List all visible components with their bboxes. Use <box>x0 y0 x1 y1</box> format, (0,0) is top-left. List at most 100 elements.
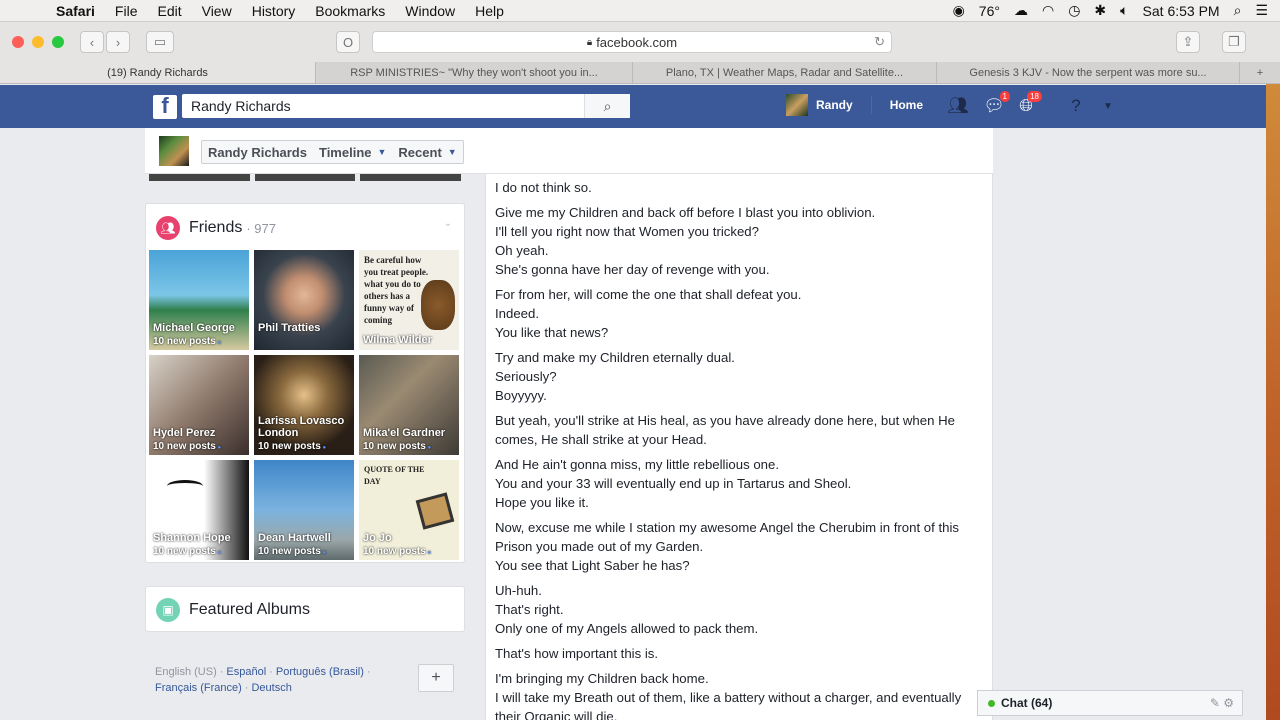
post-paragraph: I'm bringing my Children back home. I wi… <box>495 671 962 720</box>
facebook-header: f Randy Richards ⌕ Randy Home 👥︎ 💬︎ 1 🌐︎ 1… <box>0 85 1280 128</box>
crumb-profile-name[interactable]: Randy Richards <box>202 141 313 163</box>
messages-icon[interactable]: 💬︎ 1 <box>982 91 1010 117</box>
add-language-button[interactable]: + <box>418 664 454 692</box>
spotlight-search-icon[interactable]: ⌕ <box>1234 2 1242 19</box>
friends-options-chevron-down-icon[interactable]: ⌄ <box>444 218 452 229</box>
menu-view[interactable]: View <box>192 3 242 19</box>
wifi-icon[interactable]: ◠ <box>1042 2 1054 19</box>
account-menu-chevron-down-icon[interactable]: ▼ <box>1096 95 1120 117</box>
friend-name: Jo Jo <box>363 532 392 544</box>
temperature[interactable]: 76° <box>979 3 1000 19</box>
friends-header[interactable]: 👥︎ Friends · 977 <box>156 216 276 240</box>
menu-bar: Safari File Edit View History Bookmarks … <box>0 0 1280 22</box>
desktop-background <box>1266 84 1280 720</box>
extension-button[interactable]: O <box>336 31 360 53</box>
friend-name: Michael George <box>153 322 235 334</box>
address-bar[interactable]: 🔒︎ facebook.com ↻ <box>372 31 892 53</box>
friend-name: Hydel Perez <box>153 427 216 439</box>
status-area: ◉ 76° ☁ ◠ ◷ ✱ 🔈︎ Sat 6:53 PM ⌕ ☰ <box>953 2 1280 19</box>
menu-help[interactable]: Help <box>465 3 514 19</box>
tab-genesis[interactable]: Genesis 3 KJV - Now the serpent was more… <box>937 62 1240 83</box>
tab-bar: (19) Randy Richards RSP MINISTRIES~ "Why… <box>0 62 1280 84</box>
share-button[interactable]: ⇪ <box>1176 31 1200 53</box>
window-controls <box>12 36 64 48</box>
gear-icon[interactable]: ⚙ <box>1223 696 1234 710</box>
post-paragraph: I do not think so. <box>495 180 592 195</box>
friend-tile[interactable]: Michael George 10 new posts <box>149 250 249 350</box>
compose-icon[interactable]: ✎ <box>1210 696 1220 710</box>
post-paragraph: Now, excuse me while I station my awesom… <box>495 520 959 573</box>
friends-icon: 👥︎ <box>156 216 180 240</box>
sidebar-button[interactable]: ▭ <box>146 31 174 53</box>
friend-tile[interactable]: Phil Tratties <box>254 250 354 350</box>
cloud-icon[interactable]: ☁ <box>1014 2 1028 19</box>
friend-tile[interactable]: Be careful how you treat people. what yo… <box>359 250 459 350</box>
forward-button[interactable]: › <box>106 31 130 53</box>
friend-tile[interactable]: Shannon Hope 10 new posts <box>149 460 249 560</box>
crumb-timeline[interactable]: Timeline ▼ <box>313 141 392 163</box>
tab-label: Plano, TX | Weather Maps, Radar and Sate… <box>665 66 904 79</box>
minimize-window-button[interactable] <box>32 36 44 48</box>
language-link-es[interactable]: Español <box>226 666 266 678</box>
menu-app[interactable]: Safari <box>46 3 105 19</box>
notification-center-icon[interactable]: ☰ <box>1255 2 1268 19</box>
friend-new-posts: 10 new posts <box>258 546 326 557</box>
avatar[interactable] <box>786 94 808 116</box>
friend-tile[interactable]: Dean Hartwell 10 new posts <box>254 460 354 560</box>
help-icon[interactable]: ? <box>1064 95 1088 117</box>
facebook-logo-icon[interactable]: f <box>153 93 177 119</box>
friend-tile[interactable]: QUOTE OF THE DAY Jo Jo 10 new posts <box>359 460 459 560</box>
home-link[interactable]: Home <box>890 98 923 112</box>
clock[interactable]: Sat 6:53 PM <box>1143 3 1220 19</box>
new-tab-button[interactable]: + <box>1240 62 1280 83</box>
profile-avatar[interactable] <box>159 136 189 166</box>
tab-label: Genesis 3 KJV - Now the serpent was more… <box>969 66 1207 79</box>
divider <box>870 96 872 114</box>
post-paragraph: That's how important this is. <box>495 646 659 661</box>
bluetooth-icon[interactable]: ✱ <box>1094 2 1106 19</box>
friend-new-posts: 10 new posts <box>363 546 431 557</box>
notifications-badge: 18 <box>1027 91 1042 102</box>
menu-history[interactable]: History <box>242 3 306 19</box>
friend-tile[interactable]: Mika'el Gardner 10 new posts <box>359 355 459 455</box>
friend-new-posts: 10 new posts <box>258 441 326 452</box>
friend-tile[interactable]: Hydel Perez 10 new posts <box>149 355 249 455</box>
tab-randy-richards[interactable]: (19) Randy Richards <box>0 62 316 83</box>
close-window-button[interactable] <box>12 36 24 48</box>
facebook-search-input[interactable]: Randy Richards ⌕ <box>182 94 630 118</box>
language-link-fr[interactable]: Français (France) <box>155 682 242 694</box>
friend-name: Shannon Hope <box>153 532 231 544</box>
chat-sidebar-toggle[interactable]: Chat (64) ✎ ⚙ <box>977 690 1243 716</box>
language-link-de[interactable]: Deutsch <box>251 682 291 694</box>
friend-tile[interactable]: Larissa Lovasco London 10 new posts <box>254 355 354 455</box>
crumb-timeline-label: Timeline <box>318 144 372 160</box>
record-icon[interactable]: ◉ <box>953 2 965 19</box>
zoom-window-button[interactable] <box>52 36 64 48</box>
notifications-icon[interactable]: 🌐︎ 18 <box>1014 91 1042 117</box>
menu-bookmarks[interactable]: Bookmarks <box>305 3 395 19</box>
crumb-recent[interactable]: Recent ▼ <box>392 141 462 163</box>
online-status-icon <box>988 699 995 707</box>
menu-edit[interactable]: Edit <box>147 3 191 19</box>
opera-icon: O <box>342 34 354 50</box>
reload-icon[interactable]: ↻ <box>874 34 885 50</box>
post-paragraph: Give me my Children and back off before … <box>495 205 876 277</box>
search-icon[interactable]: ⌕ <box>584 94 630 118</box>
tab-weather[interactable]: Plano, TX | Weather Maps, Radar and Sate… <box>633 62 937 83</box>
tab-rsp-ministries[interactable]: RSP MINISTRIES~ "Why they won't shoot yo… <box>316 62 633 83</box>
menu-file[interactable]: File <box>105 3 148 19</box>
friend-requests-icon[interactable]: 👥︎ <box>946 95 970 117</box>
featured-albums-box[interactable]: ▣ Featured Albums <box>145 586 465 632</box>
friend-name: Phil Tratties <box>258 322 321 334</box>
back-button[interactable]: ‹ <box>80 31 104 53</box>
tabs-overview-button[interactable]: ❐ <box>1222 31 1246 53</box>
menu-window[interactable]: Window <box>395 3 465 19</box>
volume-icon[interactable]: 🔈︎ <box>1120 2 1128 19</box>
time-machine-icon[interactable]: ◷ <box>1068 2 1080 19</box>
profile-link[interactable]: Randy <box>816 98 853 112</box>
plus-icon: + <box>1256 66 1264 79</box>
friend-new-posts: 10 new posts <box>153 441 221 452</box>
language-link-pt[interactable]: Português (Brasil) <box>276 666 364 678</box>
profile-sticky-bar: Randy Richards Timeline ▼ Recent ▼ <box>145 128 993 174</box>
post-paragraph: Try and make my Children eternally dual.… <box>495 350 735 403</box>
